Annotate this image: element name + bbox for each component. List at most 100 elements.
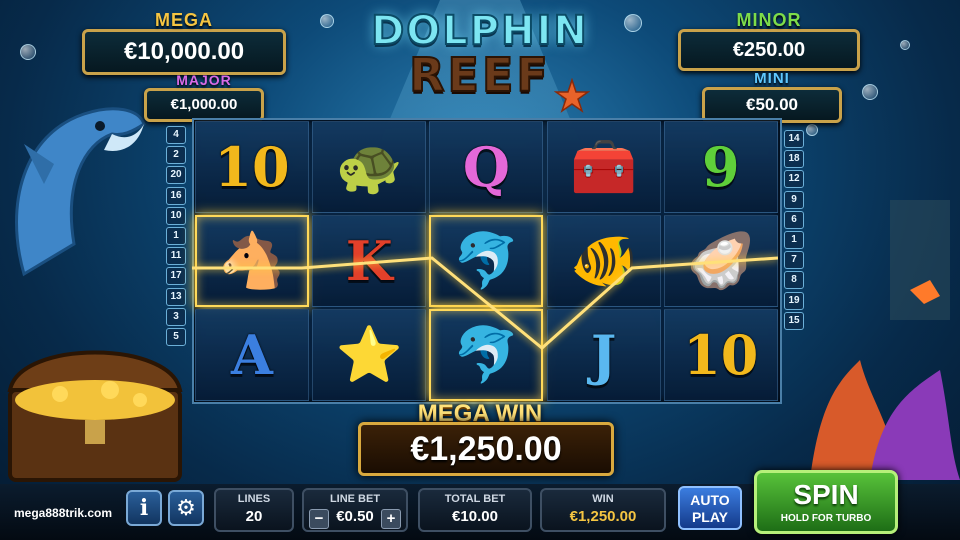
auto-play-line2: PLAY: [691, 509, 729, 525]
reel-symbol: 🐬: [429, 215, 544, 307]
payline-number: 13: [166, 287, 186, 306]
bubble: [320, 14, 334, 28]
auto-play-line1: AUTO: [690, 492, 730, 508]
bubble: [862, 84, 878, 100]
jackpot-major: MAJOR €1,000.00: [144, 72, 264, 122]
line-bet-plus-button[interactable]: +: [381, 509, 401, 529]
jackpot-minor-value: €250.00: [678, 29, 860, 71]
symbol-9: 9: [702, 135, 740, 199]
line-bet-minus-button[interactable]: −: [309, 509, 329, 529]
payline-numbers-left: 4 2 20 16 10 1 11 17 13 3 5: [166, 126, 186, 348]
payline-number: 20: [166, 166, 186, 185]
line-bet-panel: LINE BET €0.50 − +: [302, 488, 408, 532]
payline-number: 7: [784, 251, 804, 270]
info-icon: i: [139, 495, 149, 521]
symbol-10: 10: [683, 323, 759, 387]
symbol-k: K: [345, 229, 393, 293]
jackpot-minor: MINOR €250.00: [678, 10, 860, 71]
symbol-icon: 🐬: [452, 325, 521, 385]
payline-number: 19: [784, 291, 804, 310]
symbol-icon: 🐬: [452, 231, 521, 291]
total-bet-value: €10.00: [452, 508, 498, 525]
reel-symbol: 🐢: [312, 121, 427, 213]
info-button[interactable]: i: [126, 490, 162, 526]
reel-symbol: 🧰: [546, 121, 661, 213]
win-label: WIN: [592, 493, 614, 505]
spin-sublabel: HOLD FOR TURBO: [780, 513, 872, 524]
payline-number: 4: [166, 126, 186, 144]
jackpot-mega-value: €10,000.00: [82, 29, 286, 75]
payline-number: 16: [166, 186, 186, 205]
mega-win-amount: €1,250.00: [358, 422, 614, 476]
jackpot-minor-label: MINOR: [736, 10, 802, 30]
lines-label: LINES: [237, 493, 271, 505]
total-bet-panel: TOTAL BET €10.00: [418, 488, 532, 532]
jackpot-mega-label: MEGA: [155, 10, 213, 30]
symbol-10: 10: [214, 135, 290, 199]
coral-reef-icon: [810, 200, 960, 480]
reel-symbol: Q: [429, 121, 544, 213]
reel-symbol: ⭐: [312, 309, 427, 401]
treasure-chest-icon: [7, 350, 183, 482]
symbol-icon: 🦪: [687, 231, 755, 291]
symbol-j: J: [590, 323, 617, 387]
auto-play-button[interactable]: AUTO PLAY: [678, 486, 742, 530]
payline-number: 1: [166, 226, 186, 245]
jackpot-mini: MINI €50.00: [702, 70, 842, 123]
symbol-icon: 🧰: [569, 137, 638, 197]
reel-symbol: 10: [195, 121, 309, 213]
starfish-icon: [554, 78, 590, 113]
reel-symbol: 10: [663, 309, 778, 401]
payline-number: 5: [166, 327, 186, 346]
bubble: [20, 44, 36, 60]
payline-number: 2: [166, 146, 186, 165]
lines-panel: LINES 20: [214, 488, 294, 532]
payline-number: 17: [166, 267, 186, 286]
symbol-a: A: [231, 323, 273, 387]
payline-number: 10: [166, 206, 186, 225]
payline-number: 14: [784, 130, 804, 148]
symbol-icon: ⭐: [335, 325, 403, 385]
lines-value: 20: [245, 508, 263, 525]
payline-number: 11: [166, 247, 186, 266]
payline-number: 15: [784, 311, 804, 330]
win-value: €1,250.00: [569, 508, 637, 525]
jackpot-major-value: €1,000.00: [144, 88, 264, 122]
symbol-icon: 🐠: [569, 231, 638, 291]
payline-number: 1: [784, 230, 804, 249]
payline-number: 8: [784, 271, 804, 290]
spin-button[interactable]: SPIN HOLD FOR TURBO: [754, 470, 898, 534]
line-bet-label: LINE BET: [329, 493, 381, 505]
payline-number: 18: [784, 150, 804, 169]
gear-icon: ⚙: [176, 495, 196, 520]
payline-number: 9: [784, 190, 804, 209]
jackpot-major-label: MAJOR: [176, 72, 232, 88]
reel-symbol: 🦪: [663, 215, 778, 307]
settings-button[interactable]: ⚙: [168, 490, 204, 526]
jackpot-mini-label: MINI: [754, 70, 790, 87]
spin-label: SPIN: [793, 479, 859, 510]
payline-numbers-right: 14 18 12 9 6 1 7 8 19 15: [784, 130, 804, 332]
win-panel: WIN €1,250.00: [540, 488, 666, 532]
bubble: [900, 40, 910, 50]
bubble: [624, 14, 642, 32]
site-url: mega888trik.com: [14, 506, 113, 520]
reel-grid: 10 🐢 Q 🧰 9 🐴 K 🐬 🐠 🦪 A ⭐ 🐬 J 10: [192, 118, 782, 404]
reel-symbol: 9: [663, 121, 778, 213]
jackpot-mega: MEGA €10,000.00: [82, 10, 286, 75]
symbol-q: Q: [462, 135, 510, 199]
reel-symbol: 🐴: [195, 215, 309, 307]
reel-symbol: K: [312, 215, 427, 307]
bubble: [806, 124, 818, 136]
reel-symbol: 🐬: [429, 309, 544, 401]
dolphin-mascot-icon: [15, 107, 146, 277]
payline-number: 12: [784, 170, 804, 189]
payline-number: 3: [166, 307, 186, 326]
symbol-icon: 🐢: [335, 137, 403, 197]
payline-number: 6: [784, 210, 804, 229]
total-bet-label: TOTAL BET: [444, 493, 506, 505]
reel-symbol: A: [195, 309, 309, 401]
reel-symbol: J: [546, 309, 661, 401]
reel-symbol: 🐠: [546, 215, 661, 307]
symbol-icon: 🐴: [218, 231, 286, 291]
